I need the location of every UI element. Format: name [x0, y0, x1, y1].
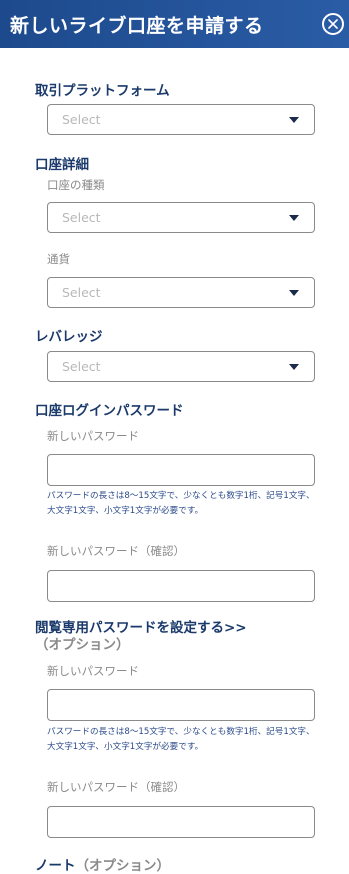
- currency-label: 通貨: [47, 252, 70, 266]
- readonly-confirm-password-input[interactable]: [47, 806, 315, 838]
- readonly-new-password-label: 新しいパスワード: [47, 664, 139, 678]
- platform-select[interactable]: Select: [47, 104, 315, 135]
- password-hint: パスワードの長さは8～15文字で、少なくとも数字1桁、記号1文字、大文字1文字、…: [47, 491, 315, 516]
- account-type-select[interactable]: Select: [47, 202, 315, 233]
- section-title-leverage: レバレッジ: [35, 329, 103, 345]
- new-password-label: 新しいパスワード: [47, 429, 139, 443]
- caret-down-icon: [289, 117, 299, 123]
- readonly-password-hint: パスワードの長さは8～15文字で、少なくとも数字1桁、記号1文字、大文字1文字、…: [47, 727, 315, 752]
- modal-header: 新しいライブ口座を申請する: [0, 0, 349, 48]
- new-password-input[interactable]: [47, 454, 315, 486]
- caret-down-icon: [289, 290, 299, 296]
- confirm-password-input[interactable]: [47, 570, 315, 602]
- readonly-password-link[interactable]: 閲覧専用パスワードを設定する>>: [35, 620, 247, 636]
- section-title-account-details: 口座詳細: [35, 157, 89, 173]
- optional-tag: （オプション）: [35, 637, 130, 653]
- section-title-login-password: 口座ログインパスワード: [35, 403, 184, 419]
- optional-tag: （オプション）: [75, 858, 171, 874]
- caret-down-icon: [289, 215, 299, 221]
- caret-down-icon: [289, 364, 299, 370]
- close-button[interactable]: [322, 13, 344, 35]
- confirm-password-label: 新しいパスワード（確認）: [47, 544, 185, 558]
- platform-select-value: Select: [62, 112, 101, 127]
- leverage-select[interactable]: Select: [47, 351, 315, 382]
- readonly-new-password-input[interactable]: [47, 689, 315, 721]
- account-type-select-value: Select: [62, 210, 101, 225]
- modal-title: 新しいライブ口座を申請する: [10, 15, 264, 37]
- note-title: ノート: [35, 858, 76, 874]
- account-type-label: 口座の種類: [47, 178, 105, 192]
- close-icon: [328, 19, 338, 29]
- section-title-platform: 取引プラットフォーム: [35, 83, 170, 99]
- leverage-select-value: Select: [62, 359, 101, 374]
- currency-select-value: Select: [62, 285, 101, 300]
- readonly-confirm-password-label: 新しいパスワード（確認）: [47, 780, 185, 794]
- currency-select[interactable]: Select: [47, 277, 315, 308]
- section-title-readonly-password[interactable]: 閲覧専用パスワードを設定する>>（オプション）: [35, 620, 335, 654]
- section-title-note: ノート（オプション）: [35, 854, 170, 874]
